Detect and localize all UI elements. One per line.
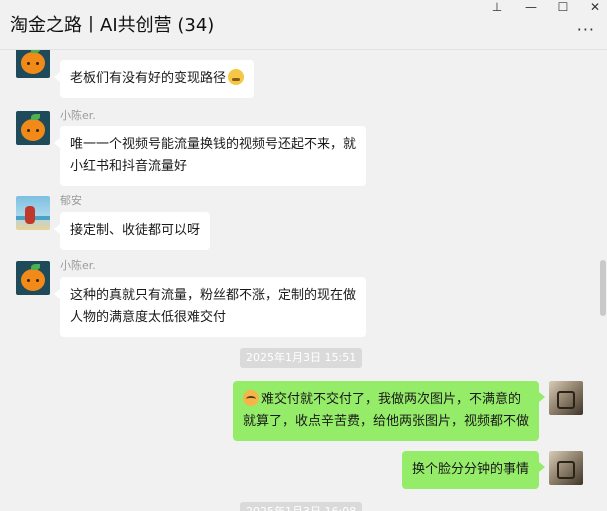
message-line: 人物的满意度太低很难交付 [70,310,227,325]
message-line: 接定制、收徒都可以呀 [70,223,201,238]
avatar[interactable] [16,196,50,230]
avatar-self[interactable] [549,381,583,415]
message-bubble[interactable]: 老板们有没有好的变现路径 [60,60,255,98]
avatar-self[interactable] [549,451,583,485]
pin-icon[interactable]: ⊥ [486,0,508,14]
message-line: 唯一一个视频号能流量换钱的视频号还起不来，就 [70,137,357,152]
timestamp: 2025年1月3日 16:08 [240,502,363,511]
message-bubble-self[interactable]: 换个脸分分钟的事情 [401,451,539,489]
message-bubble[interactable]: 这种的真就只有流量，粉丝都不涨，定制的现在做 人物的满意度太低很难交付 [60,277,367,337]
message-list[interactable]: 老板们有没有好的变现路径 小陈er. 唯一一个视频号能流量换钱的视频号还起不来，… [0,50,607,511]
avatar[interactable] [16,111,50,145]
message-line: 换个脸分分钟的事情 [411,462,529,477]
title-bar: 淘金之路丨AI共创营 (34) ⊥ — ☐ ✕ ··· [0,0,607,50]
sender-name: 小陈er. [60,259,96,272]
sweat-smile-emoji [228,69,245,85]
message-bubble[interactable]: 接定制、收徒都可以呀 [60,212,211,250]
message-line: 这种的真就只有流量，粉丝都不涨，定制的现在做 [70,288,357,303]
message-line: 就算了，收点辛苦费，给他两张图片，视频都不做 [242,414,529,429]
minimize-icon[interactable]: — [520,0,542,14]
avatar[interactable] [16,50,50,78]
message-line: 小红书和抖音流量好 [70,159,188,174]
chat-title: 淘金之路丨AI共创营 (34) [10,15,215,36]
sender-name: 小陈er. [60,109,96,122]
message-bubble-self[interactable]: 难交付就不交付了，我做两次图片，不满意的 就算了，收点辛苦费，给他两张图片，视频… [232,381,539,441]
maximize-icon[interactable]: ☐ [552,0,574,14]
cat-emoji [242,390,259,406]
scrollbar[interactable] [600,260,606,316]
message-bubble[interactable]: 唯一一个视频号能流量换钱的视频号还起不来，就 小红书和抖音流量好 [60,126,367,186]
avatar[interactable] [16,261,50,295]
message-line: 难交付就不交付了，我做两次图片，不满意的 [242,389,529,411]
timestamp: 2025年1月3日 15:51 [240,348,363,368]
close-icon[interactable]: ✕ [584,0,606,14]
more-icon[interactable]: ··· [577,20,595,39]
sender-name: 郁安 [60,194,82,207]
message-text: 老板们有没有好的变现路径 [70,68,245,90]
